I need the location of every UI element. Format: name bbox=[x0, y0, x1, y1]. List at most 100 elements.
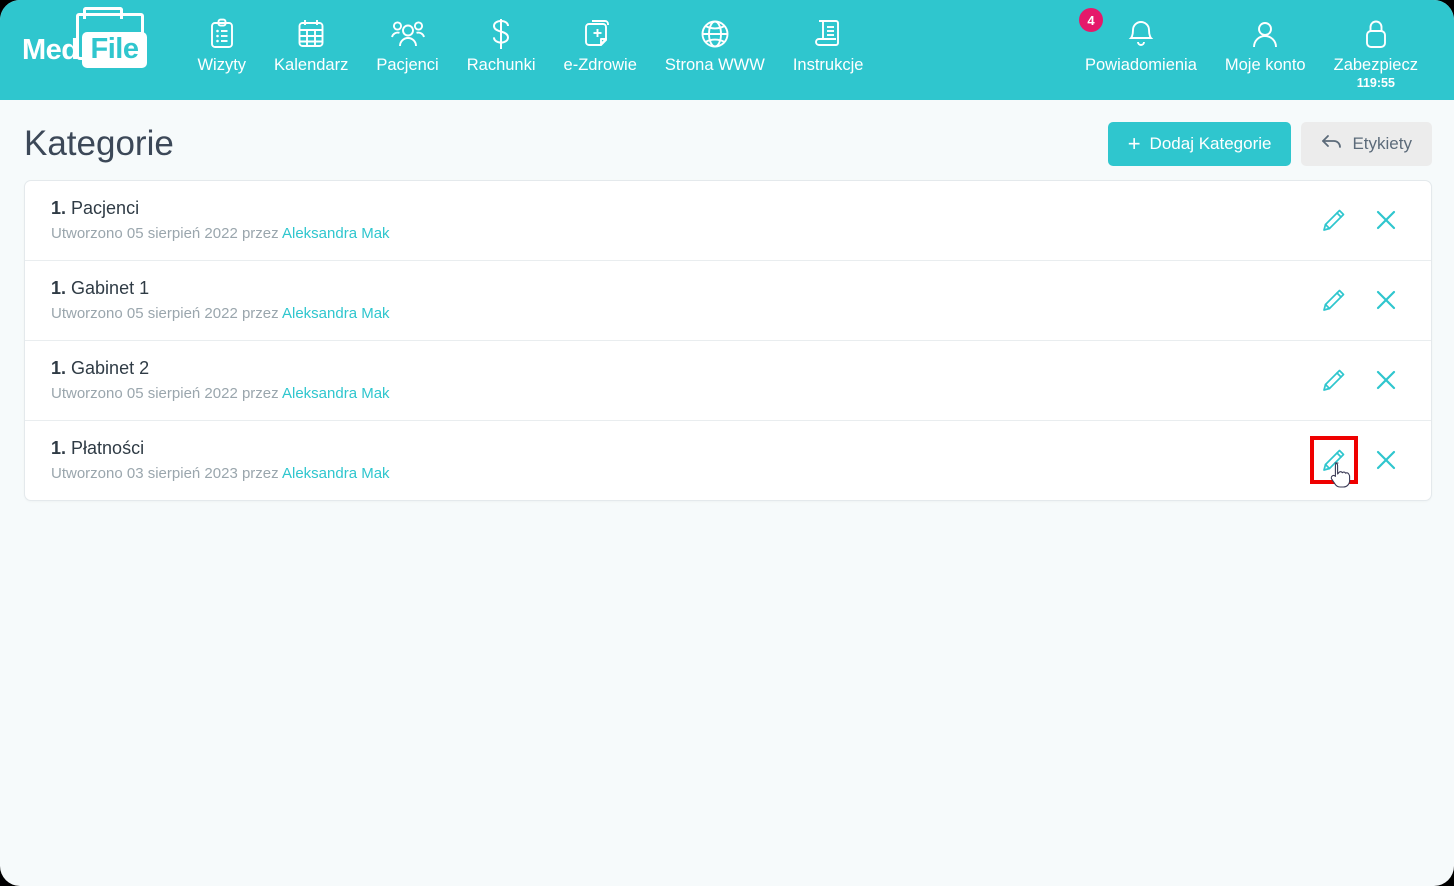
row-actions bbox=[1317, 283, 1407, 317]
add-category-label: Dodaj Kategorie bbox=[1149, 134, 1272, 153]
row-subtitle: Utworzono 05 sierpień 2022 przez Aleksan… bbox=[51, 385, 1317, 402]
labels-button[interactable]: Etykiety bbox=[1301, 122, 1432, 166]
created-date: 05 sierpień 2022 bbox=[126, 225, 238, 242]
row-actions bbox=[1310, 436, 1407, 488]
nav-label: Powiadomienia bbox=[1084, 56, 1197, 74]
brand-file-box: File bbox=[75, 7, 148, 68]
author-link[interactable]: Aleksandra Mak bbox=[282, 385, 390, 402]
table-row: 1. Płatności Utworzono 03 sierpień 2023 … bbox=[25, 421, 1431, 500]
row-name: Gabinet 1 bbox=[71, 278, 150, 298]
nav-label: Instrukcje bbox=[792, 56, 864, 74]
close-x-icon[interactable] bbox=[1369, 443, 1403, 477]
add-category-button[interactable]: + Dodaj Kategorie bbox=[1107, 122, 1292, 166]
globe-icon bbox=[699, 16, 731, 52]
by-word: przez bbox=[241, 385, 279, 402]
lock-icon bbox=[1362, 16, 1390, 52]
bell-icon bbox=[1126, 16, 1156, 52]
created-prefix: Utworzono bbox=[51, 305, 123, 322]
created-prefix: Utworzono bbox=[51, 225, 123, 242]
page-header-actions: + Dodaj Kategorie Etykiety bbox=[1107, 122, 1432, 166]
author-link[interactable]: Aleksandra Mak bbox=[282, 225, 390, 242]
clipboard-icon bbox=[208, 16, 236, 52]
nav-label: Strona WWW bbox=[664, 56, 765, 74]
pencil-icon[interactable] bbox=[1310, 436, 1358, 488]
row-subtitle: Utworzono 05 sierpień 2022 przez Aleksan… bbox=[51, 305, 1317, 322]
row-name: Płatności bbox=[71, 438, 145, 458]
brand-text-file: File bbox=[81, 32, 148, 68]
row-name: Gabinet 2 bbox=[71, 358, 150, 378]
primary-nav-items: Wizyty Kalendarz Pacjenci Rachunki e-Zdr… bbox=[183, 0, 877, 75]
row-index: 1. bbox=[51, 198, 67, 218]
nav-item-rachunki[interactable]: Rachunki bbox=[453, 0, 550, 75]
row-title: 1. Gabinet 1 bbox=[51, 278, 1317, 299]
row-title: 1. Płatności bbox=[51, 438, 1317, 459]
dollar-icon bbox=[488, 16, 514, 52]
row-content: 1. Pacjenci Utworzono 05 sierpień 2022 p… bbox=[51, 198, 1317, 242]
categories-card: 1. Pacjenci Utworzono 05 sierpień 2022 p… bbox=[24, 180, 1432, 501]
brand-text-med: Med bbox=[22, 33, 79, 66]
nav-item-e-zdrowie[interactable]: e-Zdrowie bbox=[550, 0, 651, 75]
calendar-icon bbox=[296, 16, 326, 52]
nav-item-moje-konto[interactable]: Moje konto bbox=[1211, 0, 1320, 75]
nav-label: Wizyty bbox=[197, 56, 247, 74]
row-title: 1. Gabinet 2 bbox=[51, 358, 1317, 379]
secondary-nav-items: 4 Powiadomienia Moje konto Zabezpiecz 11… bbox=[1071, 0, 1432, 90]
pencil-icon[interactable] bbox=[1317, 283, 1351, 317]
labels-label: Etykiety bbox=[1352, 134, 1412, 153]
medical-file-icon bbox=[584, 16, 616, 52]
nav-label: Kalendarz bbox=[274, 56, 349, 74]
created-date: 05 sierpień 2022 bbox=[126, 305, 238, 322]
nav-item-kalendarz[interactable]: Kalendarz bbox=[260, 0, 362, 75]
row-actions bbox=[1317, 363, 1407, 397]
row-actions bbox=[1317, 203, 1407, 237]
nav-label: Moje konto bbox=[1224, 56, 1306, 74]
nav-item-powiadomienia[interactable]: 4 Powiadomienia bbox=[1071, 0, 1211, 75]
notification-badge: 4 bbox=[1078, 8, 1103, 32]
nav-label: Pacjenci bbox=[376, 56, 439, 74]
page-title: Kategorie bbox=[24, 124, 174, 163]
nav-item-wizyty[interactable]: Wizyty bbox=[183, 0, 260, 75]
close-x-icon[interactable] bbox=[1369, 203, 1403, 237]
table-row: 1. Gabinet 1 Utworzono 05 sierpień 2022 … bbox=[25, 261, 1431, 341]
row-content: 1. Gabinet 2 Utworzono 05 sierpień 2022 … bbox=[51, 358, 1317, 402]
nav-item-zabezpiecz[interactable]: Zabezpiecz 119:55 bbox=[1320, 0, 1432, 90]
top-navigation-bar: Med File Wizyty Kalendarz Pacjenci Rachu… bbox=[0, 0, 1454, 100]
author-link[interactable]: Aleksandra Mak bbox=[282, 305, 390, 322]
brand-mark: Med File bbox=[22, 7, 148, 68]
created-prefix: Utworzono bbox=[51, 385, 123, 402]
pencil-icon[interactable] bbox=[1317, 203, 1351, 237]
people-icon bbox=[390, 16, 425, 52]
row-subtitle: Utworzono 05 sierpień 2022 przez Aleksan… bbox=[51, 225, 1317, 242]
nav-item-pacjenci[interactable]: Pacjenci bbox=[362, 0, 452, 75]
nav-label: e-Zdrowie bbox=[563, 56, 637, 74]
by-word: przez bbox=[241, 225, 279, 242]
close-x-icon[interactable] bbox=[1369, 283, 1403, 317]
row-index: 1. bbox=[51, 278, 67, 298]
row-index: 1. bbox=[51, 438, 67, 458]
back-arrow-icon bbox=[1321, 133, 1343, 156]
nav-item-strona-www[interactable]: Strona WWW bbox=[651, 0, 779, 75]
by-word: przez bbox=[241, 305, 279, 322]
created-date: 05 sierpień 2022 bbox=[126, 385, 238, 402]
session-timer: 119:55 bbox=[1356, 76, 1395, 90]
by-word: przez bbox=[241, 465, 279, 482]
table-row: 1. Gabinet 2 Utworzono 05 sierpień 2022 … bbox=[25, 341, 1431, 421]
row-title: 1. Pacjenci bbox=[51, 198, 1317, 219]
row-subtitle: Utworzono 03 sierpień 2023 przez Aleksan… bbox=[51, 465, 1317, 482]
app-window: Med File Wizyty Kalendarz Pacjenci Rachu… bbox=[0, 0, 1454, 886]
nav-label: Rachunki bbox=[466, 56, 536, 74]
book-icon bbox=[813, 16, 843, 52]
close-x-icon[interactable] bbox=[1369, 363, 1403, 397]
nav-item-instrukcje[interactable]: Instrukcje bbox=[779, 0, 878, 75]
pencil-icon[interactable] bbox=[1317, 363, 1351, 397]
created-prefix: Utworzono bbox=[51, 465, 123, 482]
user-icon bbox=[1250, 16, 1280, 52]
nav-label: Zabezpiecz bbox=[1333, 56, 1418, 74]
plus-icon: + bbox=[1127, 131, 1141, 156]
row-index: 1. bbox=[51, 358, 67, 378]
created-date: 03 sierpień 2023 bbox=[126, 465, 238, 482]
table-row: 1. Pacjenci Utworzono 05 sierpień 2022 p… bbox=[25, 181, 1431, 261]
brand-logo[interactable]: Med File bbox=[0, 0, 169, 100]
row-name: Pacjenci bbox=[71, 198, 140, 218]
author-link[interactable]: Aleksandra Mak bbox=[282, 465, 390, 482]
